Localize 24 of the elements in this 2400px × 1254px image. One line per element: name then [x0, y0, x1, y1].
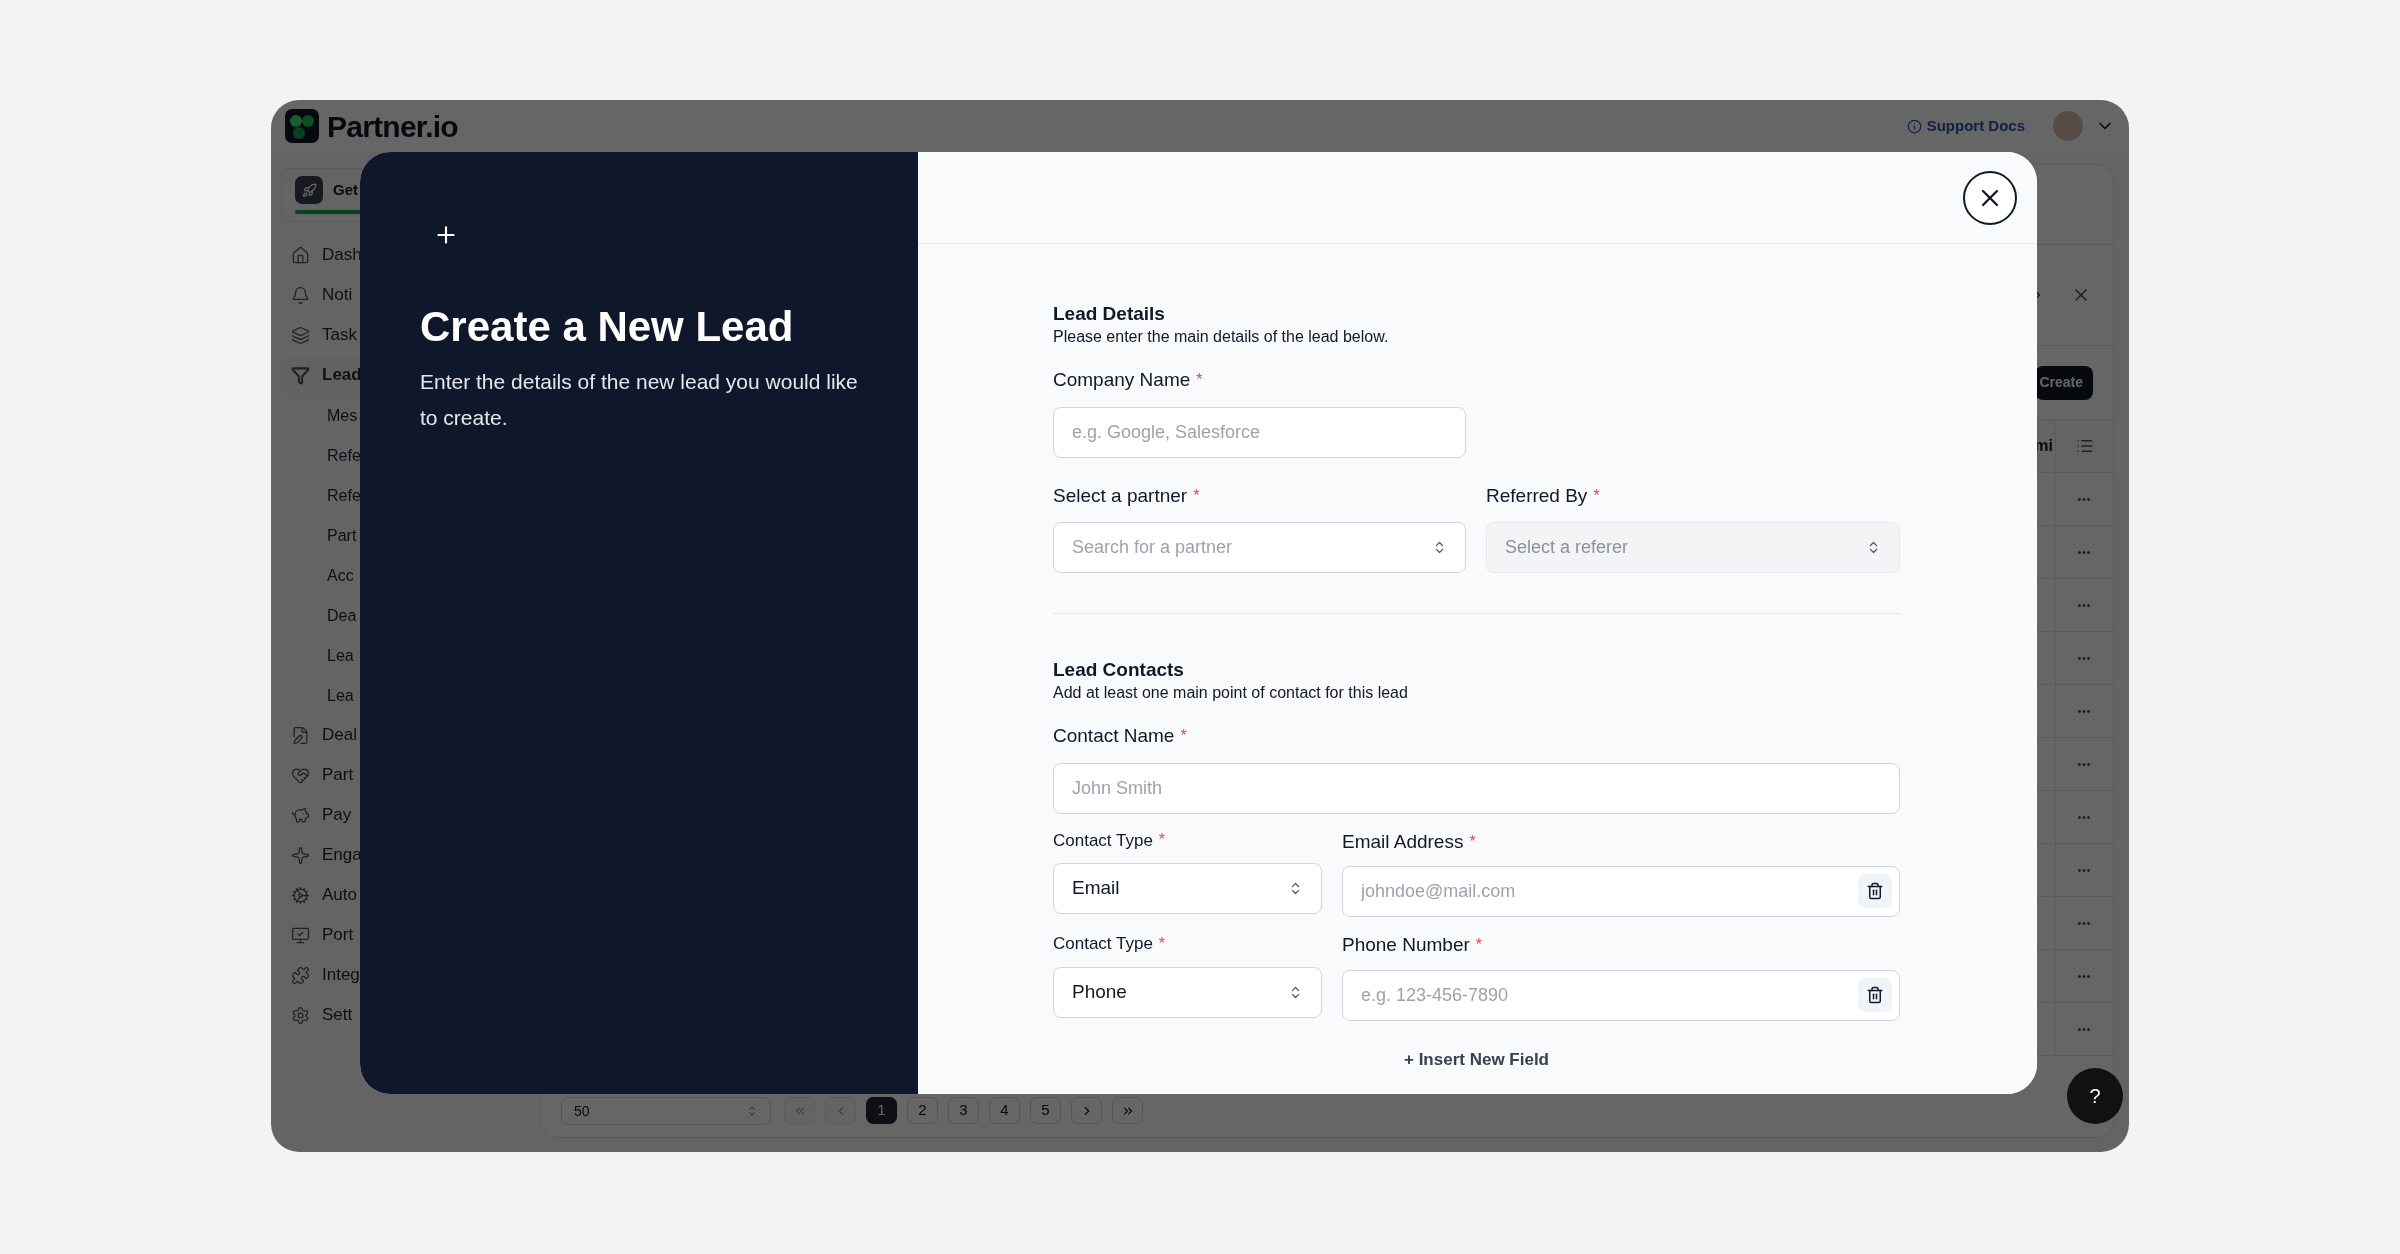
section-description: Please enter the main details of the lead below.	[1053, 327, 1390, 347]
required-mark: *	[1475, 935, 1483, 956]
field-label: Contact Name	[1053, 724, 1175, 748]
get-started-label: Get	[333, 179, 358, 200]
section-title: Lead Details	[1053, 302, 1166, 326]
section-title: Lead Contacts	[1053, 658, 1185, 682]
required-mark: *	[1180, 726, 1187, 747]
logo-text: Partner.io	[327, 108, 458, 145]
required-mark: *	[1469, 831, 1476, 852]
field-label: Contact Type	[1053, 829, 1153, 852]
field-label: Referred By	[1486, 483, 1588, 508]
modal-subtitle: Enter the details of the new lead you would like to create.	[420, 369, 859, 431]
field-label: Email Address	[1342, 829, 1464, 854]
required-mark: *	[1193, 485, 1200, 506]
field-label: Contact Type	[1053, 933, 1153, 955]
required-mark: *	[1593, 485, 1600, 506]
field-label: Select a partner	[1053, 483, 1188, 508]
modal-title: Create a New Lead	[420, 302, 795, 352]
field-label: Company Name	[1053, 368, 1191, 392]
section-description: Add at least one main point of contact for this lead	[1053, 683, 1409, 703]
required-mark: *	[1196, 370, 1203, 391]
required-mark: *	[1158, 933, 1166, 954]
field-label: Phone Number	[1342, 933, 1470, 957]
required-mark: *	[1158, 830, 1166, 851]
